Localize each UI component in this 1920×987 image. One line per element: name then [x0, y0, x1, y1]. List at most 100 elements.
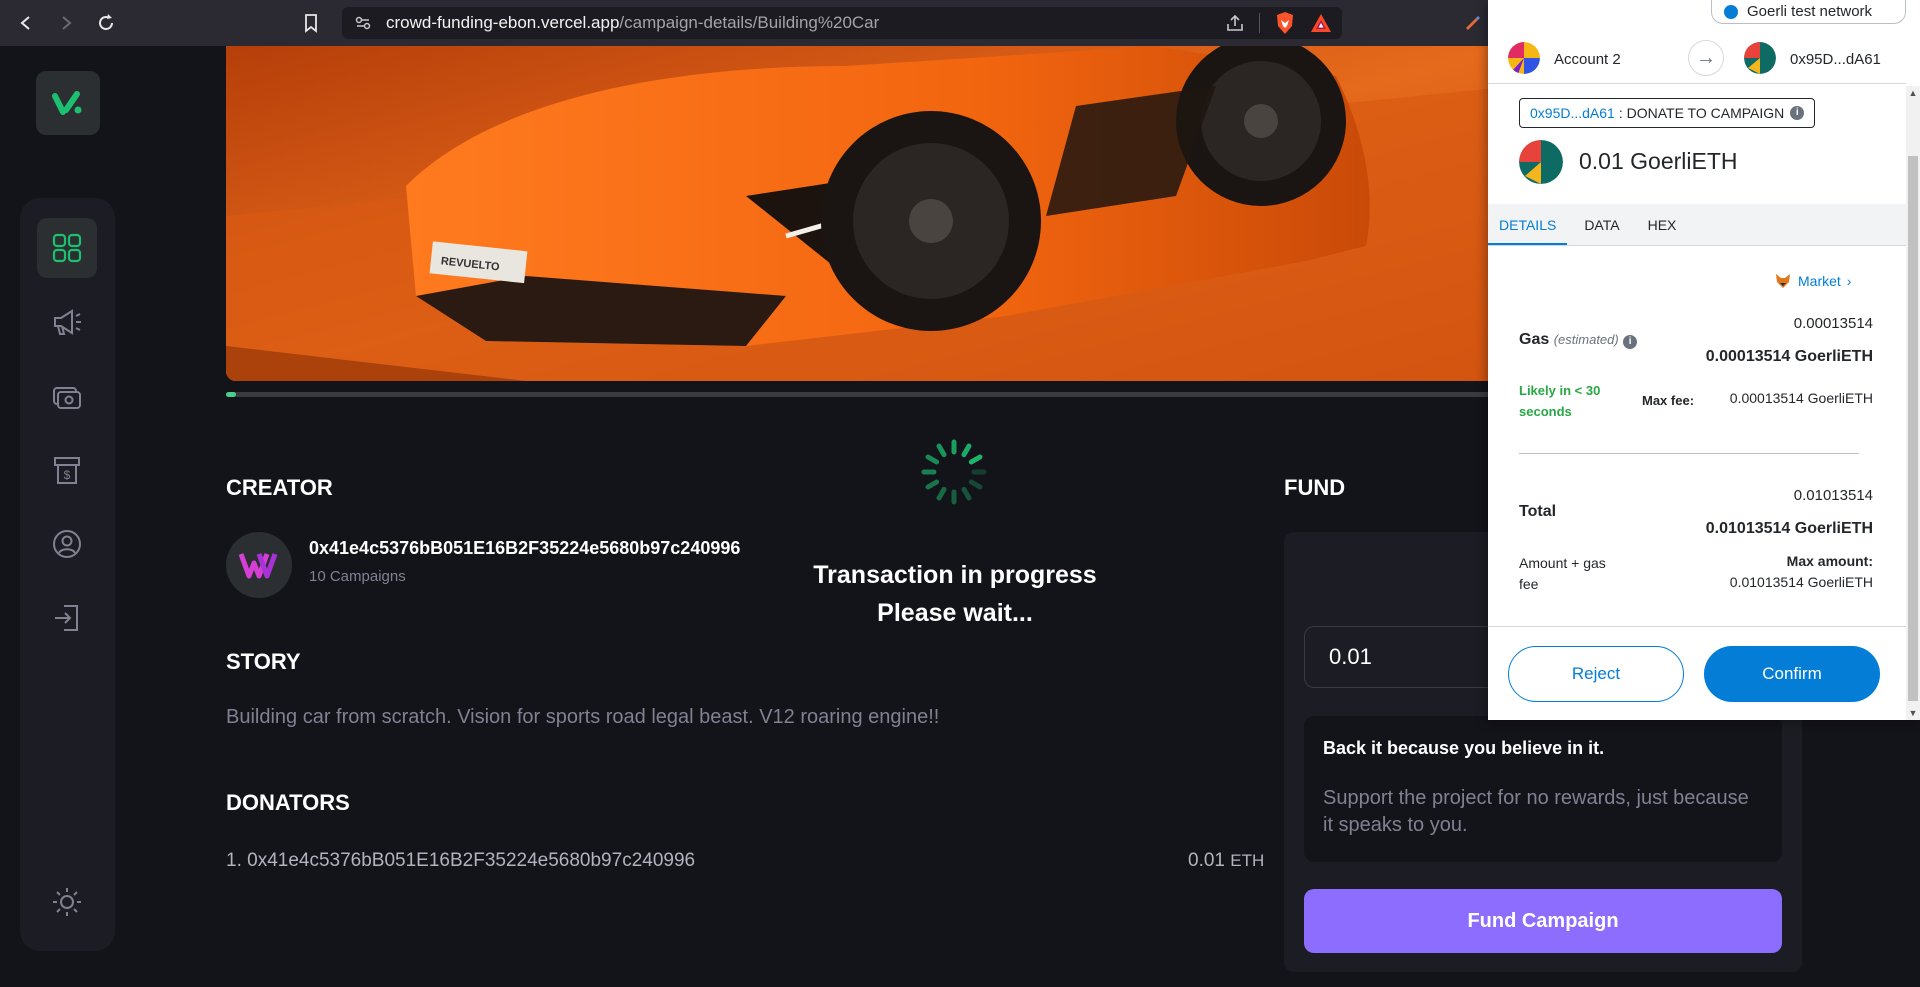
reject-button[interactable]: Reject: [1508, 646, 1684, 702]
fund-note-description: Support the project for no rewards, just…: [1323, 787, 1749, 836]
sidebar: $: [20, 198, 115, 951]
funding-progress-fill: [226, 392, 237, 397]
reload-icon: [99, 14, 113, 30]
gas-label: Gas (estimated) i: [1519, 331, 1638, 349]
creator-address: 0x41e4c5376bB051E16B2F35224e5680b97c2409…: [309, 538, 741, 558]
transaction-amount: 0.01 GoerliETH: [1579, 148, 1738, 174]
funding-progress-bar: [226, 392, 1516, 397]
sidebar-item-dashboard[interactable]: [37, 218, 97, 278]
reload-button[interactable]: [86, 0, 126, 46]
account-to-avatar: [1744, 42, 1776, 74]
pen-icon[interactable]: [1462, 12, 1482, 32]
back-button[interactable]: [6, 0, 46, 46]
total-label: Total: [1519, 503, 1557, 520]
theme-toggle[interactable]: [37, 872, 97, 932]
spinner-dash: [968, 454, 983, 465]
creator-avatar: [226, 532, 292, 598]
popup-footer: Reject Confirm: [1488, 626, 1906, 720]
transaction-origin: 0x95D...dA61 : DONATE TO CAMPAIGN i: [1519, 98, 1816, 128]
donator-amount-value: 0.01: [1188, 850, 1225, 871]
account-arrow-icon: →: [1688, 40, 1724, 76]
loading-line-2: Please wait...: [877, 599, 1033, 627]
fund-title: FUND: [1284, 475, 1346, 500]
market-label: Market: [1798, 273, 1841, 289]
sidebar-item-logout[interactable]: [37, 588, 97, 648]
fox-icon: [1776, 274, 1790, 288]
payment-icon: [53, 387, 81, 409]
campaign-image: REVUELTO: [226, 46, 1516, 381]
amount-gas-label: Amount + gas fee: [1519, 555, 1606, 592]
tab-details[interactable]: DETAILS: [1488, 204, 1568, 245]
donators-title: DONATORS: [226, 790, 350, 815]
share-icon[interactable]: [1225, 13, 1245, 33]
gas-value: 0.00013514: [1793, 315, 1873, 332]
fund-note-title: Back it because you believe in it.: [1323, 738, 1605, 758]
gas-label-text: Gas: [1519, 331, 1550, 348]
max-amount-label: Max amount:: [1786, 553, 1873, 569]
logo-icon: [52, 91, 82, 115]
loading-spinner: [921, 439, 987, 505]
total-value-bold: 0.01013514 GoerliETH: [1705, 520, 1873, 537]
brave-rewards-icon[interactable]: [1310, 12, 1332, 34]
account-from-avatar: [1508, 42, 1540, 74]
url-domain: crowd-funding-ebon.vercel.app: [386, 13, 620, 32]
creator-campaign-count: 10 Campaigns: [309, 568, 406, 585]
withdraw-icon: $: [54, 457, 80, 484]
megaphone-icon: [54, 309, 81, 335]
spinner-dash: [961, 486, 972, 501]
bookmark-icon: [305, 14, 317, 33]
creator-logo-icon: [239, 553, 278, 579]
spinner-dash: [936, 486, 947, 501]
tab-hex[interactable]: HEX: [1637, 204, 1688, 245]
back-icon: [20, 16, 30, 30]
tab-data[interactable]: DATA: [1573, 204, 1630, 245]
fund-note: Back it because you believe in it. Suppo…: [1304, 716, 1782, 862]
chevron-right-icon: ›: [1846, 273, 1852, 289]
site-info-icon[interactable]: [354, 14, 372, 32]
fund-campaign-button[interactable]: Fund Campaign: [1304, 889, 1782, 953]
spinner-dash: [925, 479, 940, 490]
profile-icon: [53, 530, 81, 558]
sidebar-item-withdraw[interactable]: $: [37, 440, 97, 500]
max-fee-value: 0.00013514 GoerliETH: [1729, 390, 1873, 406]
network-selector[interactable]: Goerli test network: [1711, 0, 1906, 24]
spinner-dash: [968, 479, 983, 490]
total-value: 0.01013514: [1793, 487, 1873, 504]
scroll-down-icon[interactable]: ▼: [1906, 706, 1920, 720]
account-bar: Account 2 → 0x95D...dA61: [1488, 34, 1906, 84]
account-to-address: 0x95D...dA61: [1790, 51, 1881, 68]
account-from-name: Account 2: [1554, 51, 1621, 68]
url-bar[interactable]: crowd-funding-ebon.vercel.app/campaign-d…: [342, 7, 1342, 39]
sidebar-item-profile[interactable]: [37, 514, 97, 574]
network-dot-icon: [1724, 4, 1738, 19]
dashboard-icon: [52, 233, 82, 263]
brave-shields-icon[interactable]: [1274, 11, 1296, 35]
app-logo[interactable]: [36, 71, 100, 135]
car-illustration: REVUELTO: [226, 46, 1516, 381]
forward-icon: [62, 16, 72, 30]
gas-market-selector[interactable]: Market ›: [1774, 272, 1851, 290]
metamask-popup: Goerli test network Account 2 → 0x95D...…: [1488, 0, 1920, 720]
confirm-button[interactable]: Confirm: [1704, 646, 1880, 702]
bookmark-button[interactable]: [300, 12, 322, 34]
likely-time: Likely in < 30 seconds: [1519, 383, 1601, 419]
loading-line-1: Transaction in progress: [813, 561, 1097, 589]
amount-avatar: [1519, 140, 1563, 184]
forward-button[interactable]: [46, 0, 86, 46]
max-amount-value: 0.01013514 GoerliETH: [1729, 574, 1873, 590]
sidebar-item-campaign[interactable]: [37, 292, 97, 352]
scrollbar[interactable]: ▲ ▼: [1906, 86, 1920, 720]
sidebar-item-payment[interactable]: [37, 366, 97, 426]
sun-icon: [53, 888, 81, 916]
origin-address[interactable]: 0x95D...dA61: [1530, 105, 1615, 121]
info-icon[interactable]: i: [1790, 106, 1805, 120]
url-path: /campaign-details/Building%20Car: [619, 13, 880, 32]
details-tabs: DETAILS DATA HEX: [1488, 204, 1906, 246]
donator-address: 1. 0x41e4c5376bB051E16B2F35224e5680b97c2…: [226, 850, 696, 871]
scroll-up-icon[interactable]: ▲: [1906, 86, 1920, 100]
scrollbar-thumb[interactable]: [1908, 156, 1918, 701]
gas-info-icon[interactable]: i: [1623, 335, 1638, 349]
gas-value-total: 0.00013514 GoerliETH: [1705, 348, 1873, 365]
story-title: STORY: [226, 649, 301, 674]
creator-title: CREATOR: [226, 475, 333, 500]
